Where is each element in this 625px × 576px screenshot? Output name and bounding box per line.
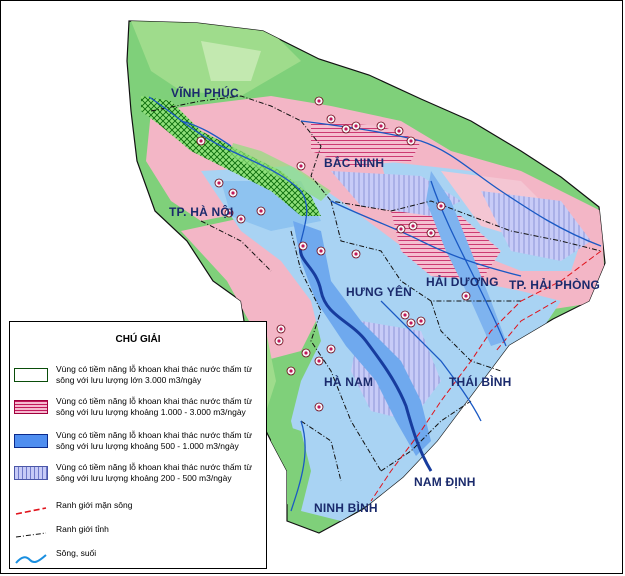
- map-frame: VĨNH PHÚC BẮC NINH TP. HÀ NỘI HƯNG YÊN H…: [0, 0, 623, 574]
- region-label-nam-dinh: NAM ĐỊNH: [414, 475, 476, 489]
- legend-item-text: Sông, suối: [56, 548, 97, 558]
- map-legend: CHÚ GIẢI Vùng có tiềm năng lỗ khoan khai…: [9, 321, 267, 569]
- legend-item-province-boundary: Ranh giới tỉnh: [14, 524, 264, 542]
- legend-item-text: Ranh giới mặn sông: [56, 500, 133, 510]
- river-line-icon: [15, 554, 47, 564]
- legend-item-rivers: Sông, suối: [14, 548, 264, 566]
- blue-swatch-icon: [14, 434, 48, 448]
- region-label-thai-binh: THÁI BÌNH: [449, 375, 512, 389]
- legend-item-low-yield: Vùng có tiềm năng lỗ khoan khai thác nướ…: [14, 462, 264, 484]
- region-label-hai-phong: TP. HẢI PHÒNG: [509, 278, 601, 292]
- lavender-stripe-swatch-icon: [14, 466, 48, 480]
- black-dash-line-icon: [15, 532, 47, 538]
- region-label-ha-nam: HÀ NAM: [324, 375, 374, 389]
- region-label-vinh-phuc: VĨNH PHÚC: [171, 86, 239, 100]
- region-label-hung-yen: HƯNG YÊN: [346, 285, 413, 299]
- region-label-ha-noi: TP. HÀ NỘI: [169, 205, 234, 219]
- red-dash-line-icon: [15, 507, 47, 515]
- legend-title: CHÚ GIẢI: [115, 334, 161, 345]
- legend-item-text: Ranh giới tỉnh: [56, 524, 109, 534]
- legend-item-medium-high-yield: Vùng có tiềm năng lỗ khoan khai thác nướ…: [14, 396, 264, 418]
- legend-item-salinity-boundary: Ranh giới mặn sông: [14, 500, 264, 518]
- region-label-ninh-binh: NINH BÌNH: [314, 501, 378, 515]
- legend-item-text: Vùng có tiềm năng lỗ khoan khai thác nướ…: [56, 462, 253, 483]
- legend-item-text: Vùng có tiềm năng lỗ khoan khai thác nướ…: [56, 364, 253, 385]
- legend-item-high-yield: Vùng có tiềm năng lỗ khoan khai thác nướ…: [14, 364, 264, 386]
- pink-stripe-swatch-icon: [14, 400, 48, 414]
- crosshatch-swatch-icon: [14, 368, 48, 382]
- legend-item-text: Vùng có tiềm năng lỗ khoan khai thác nướ…: [56, 396, 253, 417]
- region-label-bac-ninh: BẮC NINH: [324, 156, 385, 170]
- legend-item-medium-yield: Vùng có tiềm năng lỗ khoan khai thác nướ…: [14, 430, 264, 452]
- legend-item-text: Vùng có tiềm năng lỗ khoan khai thác nướ…: [56, 430, 253, 451]
- region-label-hai-duong: HẢI DƯƠNG: [426, 275, 499, 289]
